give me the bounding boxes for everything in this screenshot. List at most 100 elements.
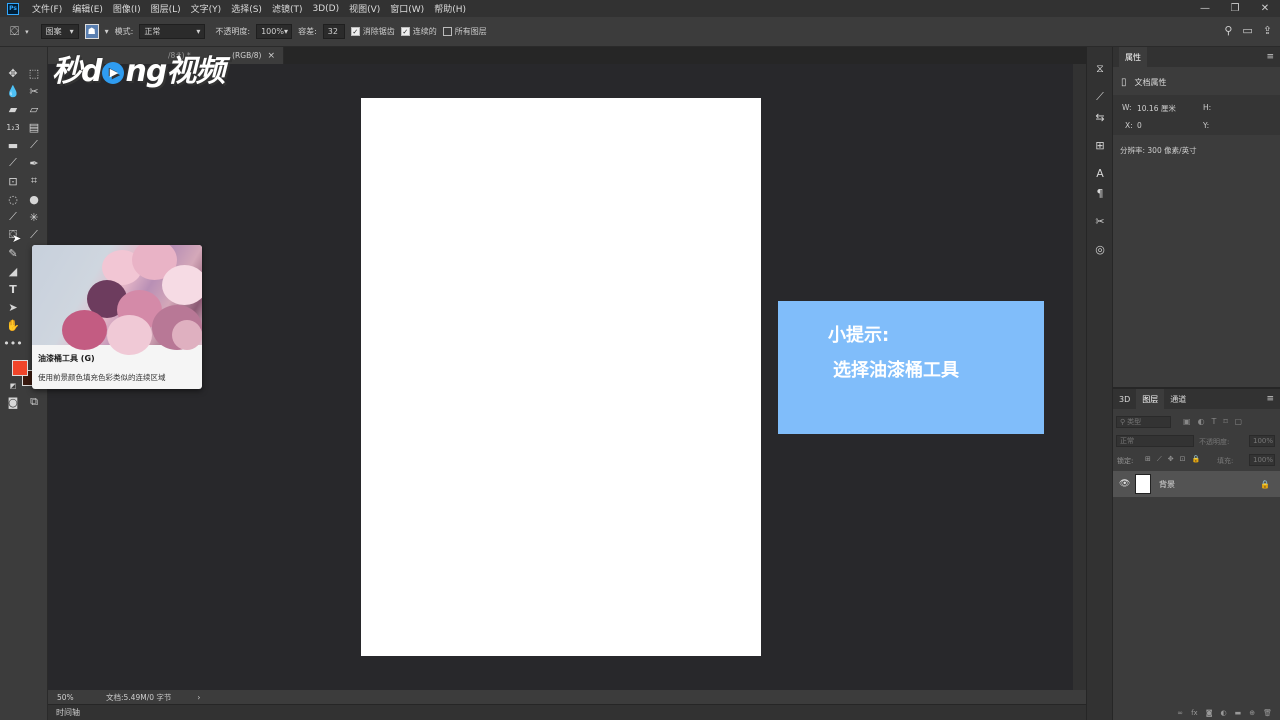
eyedropper-tool-icon[interactable]: ⟋ [26, 137, 42, 153]
bandage-tool-icon[interactable]: ▱ [26, 101, 42, 117]
default-colors-icon[interactable]: ◩ [5, 378, 21, 394]
frame-tool-icon[interactable]: ⊡ [5, 173, 21, 189]
ruler-tool-icon[interactable]: ▬ [5, 137, 21, 153]
path-select-tool-icon[interactable]: ➤ [5, 299, 21, 315]
menu-3d[interactable]: 3D(D) [307, 4, 344, 14]
minimize-button[interactable]: — [1190, 0, 1220, 17]
libraries-icon[interactable]: ◎ [1092, 241, 1108, 257]
pattern-picker[interactable]: ☗ [84, 24, 99, 39]
count-tool-icon[interactable]: 1₂3 [5, 119, 21, 135]
crop-tool-icon[interactable]: ⌗ [26, 173, 42, 189]
adjustment-filter-icon[interactable]: ◐ [1198, 417, 1205, 426]
paragraph-icon[interactable]: ¶ [1092, 185, 1108, 201]
spot-healing-tool-icon[interactable]: ✎ [5, 245, 21, 261]
lock-position-icon[interactable]: ✥ [1168, 455, 1174, 464]
character-icon[interactable]: A [1092, 165, 1108, 181]
screen-mode-icon[interactable]: ⧉ [26, 394, 42, 410]
quick-select-tool-icon[interactable]: ⟋ [5, 209, 21, 225]
adjustment-layer-icon[interactable]: ◐ [1221, 709, 1227, 720]
tools-preset-icon[interactable]: ✂ [1092, 213, 1108, 229]
blend-mode-select[interactable]: 正常 [1116, 435, 1194, 447]
image-filter-icon[interactable]: ▣ [1183, 417, 1191, 426]
type-tool-icon[interactable]: T [5, 281, 21, 297]
more-tools-icon[interactable]: ••• [3, 335, 22, 351]
eraser-tool-icon[interactable]: ▰ [5, 101, 21, 117]
lock-brush-icon[interactable]: ⟋ [1157, 455, 1162, 464]
mode-select[interactable]: 正常 ▾ [139, 24, 206, 39]
brush-tool-icon[interactable]: ⟋ [5, 155, 21, 171]
antialias-checkbox[interactable]: ✓ 消除锯齿 [350, 26, 395, 37]
sphere-tool-icon[interactable]: ● [26, 191, 42, 207]
lock-pixels-icon[interactable]: ⊞ [1145, 455, 1151, 464]
history-icon[interactable]: ⧖ [1092, 61, 1108, 77]
magic-wand-tool-icon[interactable]: ✳ [26, 209, 42, 225]
menu-image[interactable]: 图像(I) [108, 2, 146, 15]
workspace-icon[interactable]: ▭ [1242, 24, 1252, 37]
delete-layer-icon[interactable]: 🗑 [1263, 709, 1272, 720]
menu-file[interactable]: 文件(F) [27, 2, 67, 15]
layer-row-background[interactable]: 👁 背景 🔒 [1113, 471, 1280, 497]
menu-filter[interactable]: 滤镜(T) [267, 2, 308, 15]
opacity-input[interactable]: 100% ▾ [256, 24, 293, 39]
foreground-color-swatch[interactable] [12, 360, 28, 376]
menu-type[interactable]: 文字(Y) [186, 2, 227, 15]
document-canvas[interactable] [361, 98, 761, 656]
clone-source-icon[interactable]: ⊞ [1092, 137, 1108, 153]
tab-channels[interactable]: 通道 [1164, 389, 1192, 409]
adjustments-icon[interactable]: ⇆ [1092, 109, 1108, 125]
layer-opacity-input[interactable]: 100% [1249, 435, 1275, 447]
paint-bucket-preset-icon[interactable]: ⛋ [10, 24, 19, 39]
fill-source-select[interactable]: 图案 ▾ [40, 24, 79, 39]
contiguous-checkbox[interactable]: ✓ 连续的 [400, 26, 437, 37]
chevron-right-icon[interactable]: › [197, 693, 200, 702]
pen-tool-icon[interactable]: ✒ [26, 155, 42, 171]
type-filter-icon[interactable]: T [1212, 417, 1217, 426]
menu-select[interactable]: 选择(S) [226, 2, 267, 15]
link-layers-icon[interactable]: ∞ [1177, 709, 1183, 720]
scissors-icon[interactable]: ✂ [26, 83, 42, 99]
shape-filter-icon[interactable]: ⌑ [1223, 417, 1227, 426]
brush-settings-icon[interactable]: ⟋ [1092, 89, 1108, 105]
tab-3d[interactable]: 3D [1113, 389, 1136, 409]
menu-view[interactable]: 视图(V) [344, 2, 385, 15]
note-tool-icon[interactable]: ▤ [26, 119, 42, 135]
tab-properties[interactable]: 属性 [1119, 47, 1147, 67]
fx-icon[interactable]: fx [1191, 709, 1198, 720]
menu-help[interactable]: 帮助(H) [429, 2, 471, 15]
menu-edit[interactable]: 编辑(E) [67, 2, 108, 15]
zoom-level[interactable]: 50% [48, 693, 104, 702]
close-button[interactable]: ✕ [1250, 0, 1280, 17]
tab-layers[interactable]: 图层 [1136, 389, 1165, 409]
tolerance-input[interactable]: 32 [322, 24, 345, 39]
add-mask-icon[interactable]: ◙ [1206, 709, 1213, 720]
share-icon[interactable]: ⇪ [1263, 24, 1272, 37]
vertical-scrollbar[interactable] [1073, 64, 1086, 704]
lasso-tool-icon[interactable]: ◌ [5, 191, 21, 207]
move-tool-icon[interactable]: ✥ [5, 65, 21, 81]
smart-object-filter-icon[interactable]: ▢ [1235, 417, 1243, 426]
search-icon[interactable]: ⚲ [1224, 24, 1232, 37]
all-layers-checkbox[interactable]: 所有图层 [442, 26, 487, 37]
quick-mask-icon[interactable]: ◙ [5, 394, 21, 410]
menu-layer[interactable]: 图层(L) [146, 2, 186, 15]
hand-tool-icon[interactable]: ✋ [5, 317, 21, 333]
marquee-tool-icon[interactable]: ⬚ [26, 65, 42, 81]
width-value[interactable]: 10.16 厘米 [1137, 103, 1176, 114]
blur-tool-icon[interactable]: 💧 [5, 83, 21, 99]
eraser-icon[interactable]: ◢ [5, 263, 21, 279]
x-value[interactable]: 0 [1137, 121, 1142, 130]
document-info[interactable]: 文档:5.49M/0 字节 [104, 692, 171, 703]
group-icon[interactable]: ▬ [1235, 709, 1242, 720]
lock-artboard-icon[interactable]: ⊡ [1180, 455, 1186, 464]
color-sampler-tool-icon[interactable]: ⟋ [26, 227, 42, 243]
eye-icon[interactable]: 👁 [1119, 479, 1135, 489]
new-layer-icon[interactable]: ⊕ [1249, 709, 1255, 720]
menu-window[interactable]: 窗口(W) [385, 2, 429, 15]
maximize-button[interactable]: ❐ [1220, 0, 1250, 17]
lock-all-icon[interactable]: 🔒 [1192, 455, 1201, 464]
layer-filter-select[interactable]: ⚲ 类型 [1116, 416, 1171, 428]
fill-input[interactable]: 100% [1249, 454, 1275, 466]
panel-menu-icon[interactable]: ≡ [1266, 52, 1274, 62]
panel-menu-icon[interactable]: ≡ [1266, 394, 1274, 404]
close-tab-icon[interactable]: × [267, 51, 275, 61]
